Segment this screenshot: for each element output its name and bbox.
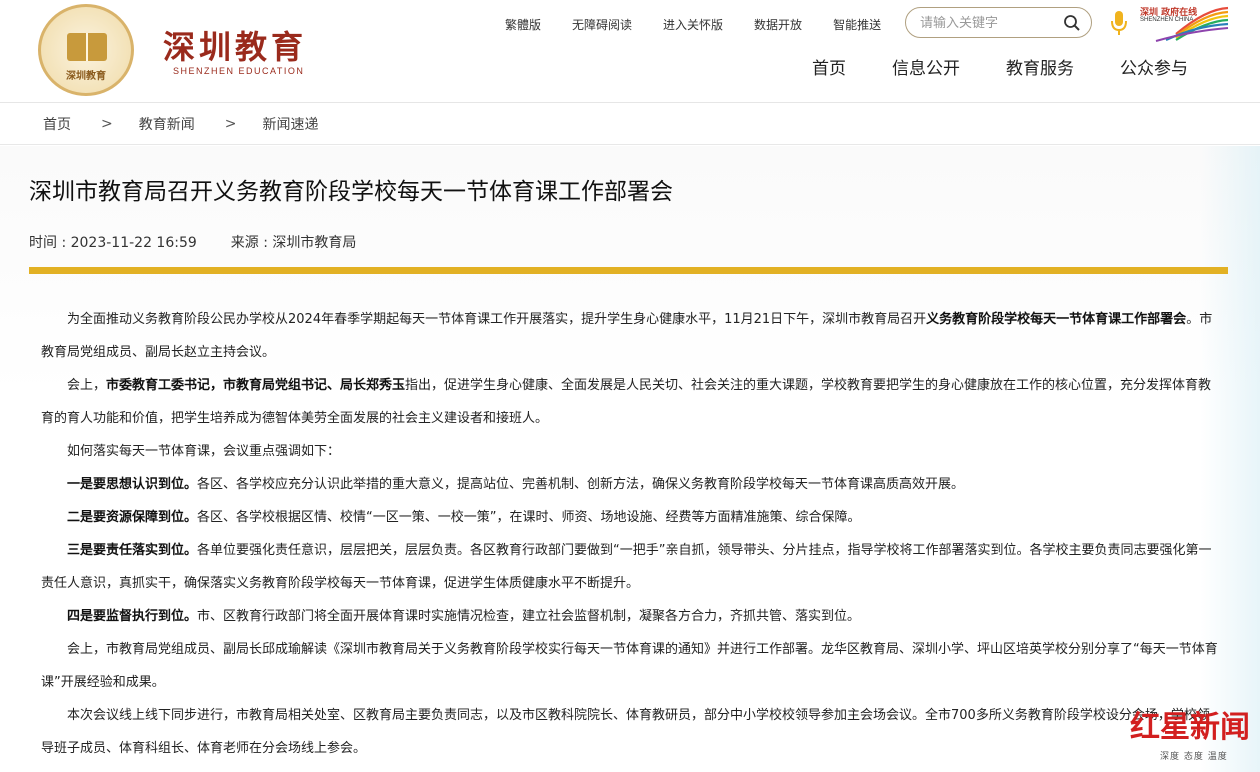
- breadcrumb-home[interactable]: 首页: [43, 114, 71, 134]
- emphasis-text: 四是要监督执行到位。: [67, 609, 198, 624]
- brand-name-cn[interactable]: 深圳教育: [163, 22, 307, 68]
- article-paragraph: 会上，市委教育工委书记，市教育局党组书记、局长郑秀玉指出，促进学生身心健康、全面…: [41, 369, 1221, 435]
- brand-name-en: SHENZHEN EDUCATION: [173, 66, 305, 76]
- article-paragraph: 为全面推动义务教育阶段公民办学校从2024年春季学期起每天一节体育课工作开展落实…: [41, 303, 1221, 369]
- emphasis-text: 二是要资源保障到位。: [67, 510, 198, 525]
- paragraph-text: 各单位要强化责任意识，层层把关，层层负责。各区教育行政部门要做到“一把手”亲自抓…: [41, 543, 1212, 591]
- link-care-mode[interactable]: 进入关怀版: [663, 16, 723, 33]
- article-meta: 时间 : 2023-11-22 16:59 来源 : 深圳市教育局: [29, 232, 356, 252]
- search-icon[interactable]: [1063, 14, 1081, 32]
- article-title: 深圳市教育局召开义务教育阶段学校每天一节体育课工作部署会: [29, 179, 673, 205]
- book-icon: [67, 33, 107, 61]
- breadcrumb-news-express[interactable]: 新闻速递: [262, 114, 318, 134]
- paragraph-text: 为全面推动义务教育阶段公民办学校从2024年春季学期起每天一节体育课工作开展落实…: [67, 312, 927, 327]
- article-paragraph: 如何落实每天一节体育课，会议重点强调如下：: [41, 435, 1221, 468]
- link-smart-push[interactable]: 智能推送: [833, 16, 881, 33]
- emblem-logo[interactable]: 深圳教育: [38, 4, 134, 96]
- link-accessible-reading[interactable]: 无障碍阅读: [572, 16, 632, 33]
- emphasis-text: 义务教育阶段学校每天一节体育课工作部署会: [926, 312, 1187, 327]
- link-open-data[interactable]: 数据开放: [754, 16, 802, 33]
- paragraph-text: 会上，市教育局党组成员、副局长邱成瑜解读《深圳市教育局关于义务教育阶段学校实行每…: [41, 642, 1218, 690]
- article-paragraph: 一是要思想认识到位。各区、各学校应充分认识此举措的重大意义，提高站位、完善机制、…: [41, 468, 1221, 501]
- main-nav: 首页 信息公开 教育服务 公众参与: [812, 54, 1234, 79]
- paragraph-text: 市、区教育行政部门将全面开展体育课时实施情况检查，建立社会监督机制，凝聚各方合力…: [197, 609, 861, 624]
- nav-public-participation[interactable]: 公众参与: [1120, 54, 1188, 79]
- paragraph-text: 各区、各学校根据区情、校情“一区一策、一校一策”，在课时、师资、场地设施、经费等…: [197, 510, 861, 525]
- article-paragraph: 本次会议线上线下同步进行，市教育局相关处室、区教育局主要负责同志，以及市区教科院…: [41, 699, 1221, 765]
- paragraph-text: 本次会议线上线下同步进行，市教育局相关处室、区教育局主要负责同志，以及市区教科院…: [41, 708, 1210, 756]
- article-paragraph: 二是要资源保障到位。各区、各学校根据区情、校情“一区一策、一校一策”，在课时、师…: [41, 501, 1221, 534]
- paragraph-text: 会上，: [67, 378, 107, 393]
- breadcrumb-education-news[interactable]: 教育新闻: [139, 114, 195, 134]
- site-header: 深圳教育 深圳教育 SHENZHEN EDUCATION 繁體版 无障碍阅读 进…: [0, 0, 1260, 103]
- publish-time: 时间 : 2023-11-22 16:59: [29, 235, 197, 251]
- hongxing-news-watermark: 红星新闻 深度 态度 温度: [1130, 702, 1255, 764]
- article-paragraph: 四是要监督执行到位。市、区教育行政部门将全面开展体育课时实施情况检查，建立社会监…: [41, 600, 1221, 633]
- article-paragraph: 三是要责任落实到位。各单位要强化责任意识，层层把关，层层负责。各区教育行政部门要…: [41, 534, 1221, 600]
- search-box: [905, 7, 1092, 38]
- paragraph-text: 如何落实每天一节体育课，会议重点强调如下：: [67, 444, 341, 459]
- watermark-brand: 红星新闻: [1130, 710, 1250, 745]
- nav-info-disclosure[interactable]: 信息公开: [892, 54, 960, 79]
- nav-education-services[interactable]: 教育服务: [1006, 54, 1074, 79]
- rainbow-swoosh-icon: [1155, 6, 1229, 42]
- breadcrumb: 首页 > 教育新闻 > 新闻速递: [0, 103, 1260, 145]
- top-links: 繁體版 无障碍阅读 进入关怀版 数据开放 智能推送: [505, 16, 912, 33]
- watermark-slogan: 深度 态度 温度: [1160, 752, 1228, 762]
- shenzhen-gov-logo[interactable]: 深圳 政府在线 SHENZHEN CHINA: [1136, 4, 1230, 42]
- paragraph-text: 各区、各学校应充分认识此举措的重大意义，提高站位、完善机制、创新方法，确保义务教…: [197, 477, 965, 492]
- article-source: 来源 : 深圳市教育局: [230, 235, 357, 251]
- title-divider: [29, 267, 1228, 274]
- breadcrumb-separator: >: [101, 115, 113, 132]
- article-body: 为全面推动义务教育阶段公民办学校从2024年春季学期起每天一节体育课工作开展落实…: [41, 303, 1221, 765]
- link-traditional[interactable]: 繁體版: [505, 16, 541, 33]
- nav-home[interactable]: 首页: [812, 54, 846, 79]
- voice-microphone-icon[interactable]: [1110, 10, 1128, 36]
- emphasis-text: 市委教育工委书记，市教育局党组书记、局长郑秀玉: [106, 378, 406, 393]
- emphasis-text: 一是要思想认识到位。: [67, 477, 198, 492]
- search-input[interactable]: [920, 14, 1060, 32]
- article-paragraph: 会上，市教育局党组成员、副局长邱成瑜解读《深圳市教育局关于义务教育阶段学校实行每…: [41, 633, 1221, 699]
- breadcrumb-separator: >: [224, 115, 237, 132]
- emblem-text: 深圳教育: [66, 71, 106, 82]
- emphasis-text: 三是要责任落实到位。: [67, 543, 198, 558]
